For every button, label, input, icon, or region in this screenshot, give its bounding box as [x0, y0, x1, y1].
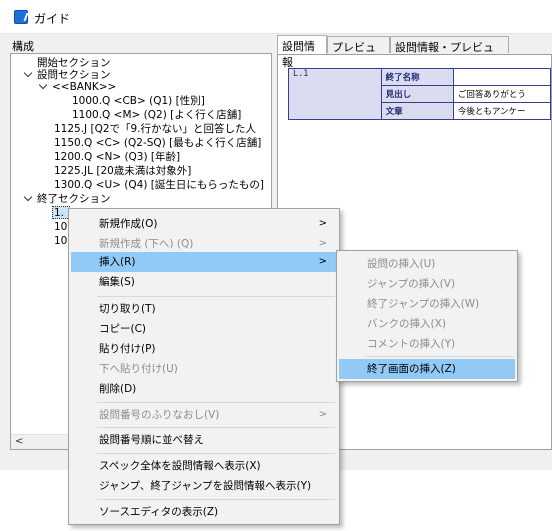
context-menu: 新規作成(O) > 新規作成 (下へ) (Q) > 挿入(R) > 編集(S) … — [68, 208, 340, 525]
app-icon — [14, 10, 28, 24]
insert-submenu: 設問の挿入(U) ジャンプの挿入(V) 終了ジャンプの挿入(W) バンクの挿入(… — [336, 250, 518, 382]
menu-item-copy[interactable]: コピー(C) — [71, 319, 337, 339]
tree-node-q1000[interactable]: 1000.Q <CB> (Q1) [性別] — [72, 95, 205, 107]
menu-separator — [97, 402, 335, 403]
info-header-text: 文章 — [380, 102, 454, 120]
tab-info-preview[interactable]: 設問情報・プレビュー — [390, 36, 509, 70]
menu-item-paste[interactable]: 貼り付け(P) — [71, 339, 337, 359]
tab-question-info[interactable]: 設問情報 — [277, 35, 327, 69]
menu-item-label: 貼り付け(P) — [99, 343, 156, 355]
menu-item-label: スペック全体を設問情報へ表示(X) — [99, 460, 261, 472]
menu-item-label: 新規作成 (下へ) (Q) — [99, 238, 194, 250]
menu-separator — [97, 499, 335, 500]
menu-item-source-editor[interactable]: ソースエディタの表示(Z) — [71, 502, 337, 522]
tree-node-question-section[interactable]: 設問セクション — [37, 69, 111, 81]
menu-separator — [97, 296, 335, 297]
scroll-left-icon[interactable]: < — [15, 436, 23, 447]
menu-item-delete[interactable]: 削除(D) — [71, 379, 337, 399]
chevron-right-icon: > — [318, 256, 327, 267]
menu-separator — [97, 453, 335, 454]
menu-item-paste-below[interactable]: 下へ貼り付け(U) — [71, 359, 337, 379]
submenu-item-insert-jump[interactable]: ジャンプの挿入(V) — [339, 274, 515, 294]
chevron-down-icon[interactable] — [23, 68, 33, 78]
tree-node-jl1225[interactable]: 1225.JL [20歳未満は対象外] — [54, 165, 191, 177]
menu-item-label: 設問番号のふりなおし(V) — [99, 409, 220, 421]
tree-node-j1125[interactable]: 1125.J [Q2で「9.行かない」と回答した人 — [54, 123, 256, 135]
tree-node-end-1[interactable]: 1. — [54, 207, 64, 219]
menu-item-label: 削除(D) — [99, 383, 137, 395]
menu-item-insert[interactable]: 挿入(R) > — [71, 252, 337, 272]
menu-item-new-below[interactable]: 新規作成 (下へ) (Q) > — [71, 234, 337, 254]
menu-separator — [365, 356, 513, 357]
menu-separator — [97, 427, 335, 428]
menu-item-cut[interactable]: 切り取り(T) — [71, 299, 337, 319]
menu-item-show-spec[interactable]: スペック全体を設問情報へ表示(X) — [71, 456, 337, 476]
menu-item-edit[interactable]: 編集(S) — [71, 272, 337, 292]
chevron-right-icon: > — [318, 218, 327, 229]
info-table: L.1 終了名称 見出し ご回答ありがとう 文章 今後ともアンケー — [288, 68, 552, 120]
window-title: ガイド — [34, 12, 71, 26]
info-value-heading: ご回答ありがとう — [452, 85, 552, 103]
tree-node-q1150[interactable]: 1150.Q <C> (Q2-SQ) [最もよく行く店舗] — [54, 137, 261, 149]
tree-node-bank[interactable]: <<BANK>> — [52, 81, 116, 93]
chevron-right-icon: > — [318, 238, 327, 249]
left-panel-header: 構成 — [12, 40, 34, 53]
menu-item-label: 設問番号順に並べ替え — [99, 434, 204, 446]
submenu-item-insert-comment[interactable]: コメントの挿入(Y) — [339, 334, 515, 354]
chevron-down-icon[interactable] — [38, 80, 48, 90]
tree-node-q1100[interactable]: 1100.Q <M> (Q2) [よく行く店舗] — [72, 109, 241, 121]
menu-item-label: ジャンプ、終了ジャンプを設問情報へ表示(Y) — [99, 480, 312, 492]
menu-item-new[interactable]: 新規作成(O) > — [71, 214, 337, 234]
menu-item-label: 新規作成(O) — [99, 218, 158, 230]
title-bar: ガイド — [0, 0, 552, 34]
menu-item-renumber[interactable]: 設問番号のふりなおし(V) > — [71, 405, 337, 425]
menu-item-label: 編集(S) — [99, 276, 135, 288]
tab-preview[interactable]: プレビュー — [327, 36, 390, 70]
tree-node-end-section[interactable]: 終了セクション — [37, 193, 111, 205]
tree-node-q1200[interactable]: 1200.Q <N> (Q3) [年齢] — [54, 151, 180, 163]
tree-node-q1300[interactable]: 1300.Q <U> (Q4) [誕生日にもらったもの] — [54, 179, 264, 191]
chevron-right-icon: > — [318, 409, 327, 420]
submenu-item-insert-end-screen[interactable]: 終了画面の挿入(Z) — [339, 359, 515, 379]
info-header-heading: 見出し — [380, 85, 454, 103]
tree-node-start-section[interactable]: 開始セクション — [37, 57, 111, 69]
menu-item-label: 切り取り(T) — [99, 303, 156, 315]
submenu-item-insert-end-jump[interactable]: 終了ジャンプの挿入(W) — [339, 294, 515, 314]
info-code: L.1 — [288, 68, 382, 120]
chevron-down-icon[interactable] — [23, 192, 33, 202]
submenu-item-insert-question[interactable]: 設問の挿入(U) — [339, 254, 515, 274]
info-value-text: 今後ともアンケー — [452, 102, 552, 120]
menu-item-show-jumps[interactable]: ジャンプ、終了ジャンプを設問情報へ表示(Y) — [71, 476, 337, 496]
menu-item-label: コピー(C) — [99, 323, 147, 335]
info-value-end-name — [452, 68, 552, 86]
menu-item-sort[interactable]: 設問番号順に並べ替え — [71, 430, 337, 450]
menu-item-label: ソースエディタの表示(Z) — [99, 506, 219, 518]
menu-item-label: 挿入(R) — [99, 256, 136, 268]
submenu-item-insert-bank[interactable]: バンクの挿入(X) — [339, 314, 515, 334]
menu-item-label: 下へ貼り付け(U) — [99, 363, 178, 375]
info-header-end-name: 終了名称 — [380, 68, 454, 86]
